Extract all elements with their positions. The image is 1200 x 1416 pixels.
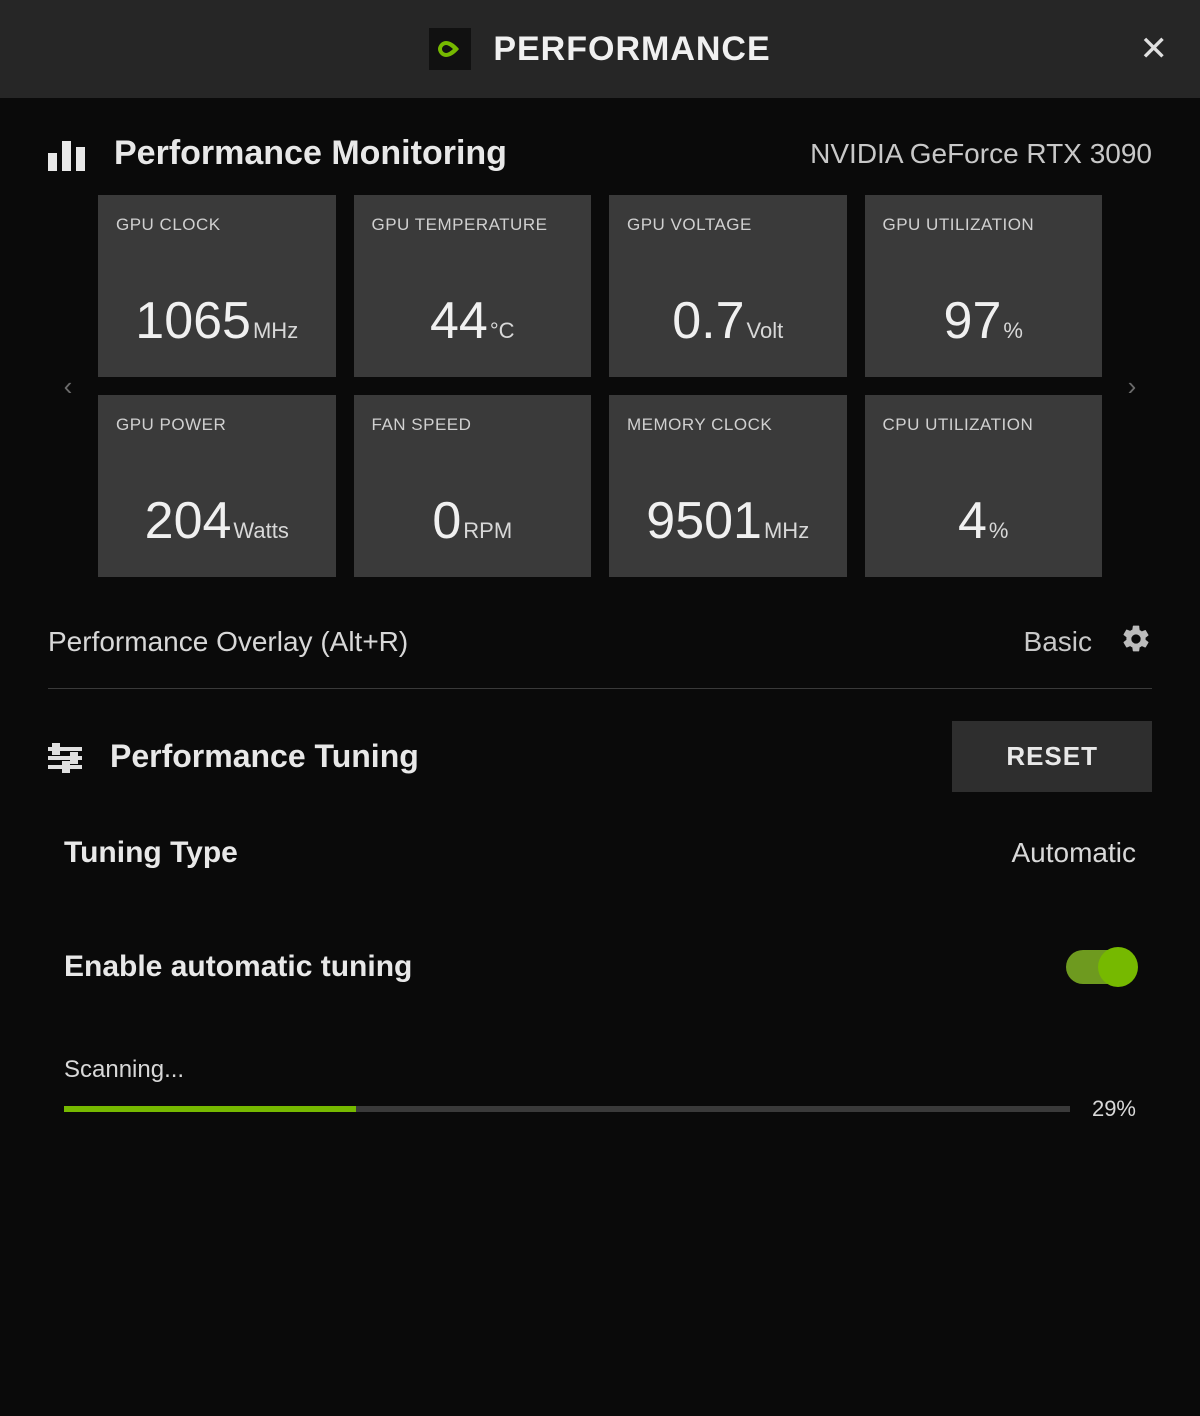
tile-unit: Volt [747,318,784,344]
tile-unit: % [989,518,1009,544]
tuning-title: Performance Tuning [110,738,419,775]
scan-status: Scanning... [64,1056,1136,1084]
gpu-device-name: NVIDIA GeForce RTX 3090 [810,138,1152,170]
auto-tuning-row: Enable automatic tuning [48,950,1152,984]
reset-button[interactable]: RESET [952,721,1152,792]
overlay-mode[interactable]: Basic [1024,626,1092,658]
tile-gpu-voltage[interactable]: GPU VOLTAGE 0.7Volt [609,195,847,377]
tile-gpu-utilization[interactable]: GPU UTILIZATION 97% [865,195,1103,377]
sliders-icon [48,742,82,772]
tile-unit: Watts [233,518,288,544]
tile-value: 9501 [646,491,762,551]
scan-row: Scanning... 29% [48,1056,1152,1122]
monitoring-header: Performance Monitoring NVIDIA GeForce RT… [48,134,1152,173]
tile-label: FAN SPEED [372,415,574,435]
tile-label: GPU POWER [116,415,318,435]
carousel-next-button[interactable]: › [1112,371,1152,402]
tile-value: 204 [145,491,232,551]
overlay-label: Performance Overlay (Alt+R) [48,626,408,658]
tile-unit: % [1003,318,1023,344]
tile-value: 4 [958,491,987,551]
auto-tuning-toggle[interactable] [1066,950,1136,984]
auto-tuning-label: Enable automatic tuning [64,950,412,984]
header: PERFORMANCE ✕ [0,0,1200,98]
tuning-header: Performance Tuning RESET [48,721,1152,792]
tile-label: GPU TEMPERATURE [372,215,574,235]
tile-carousel: ‹ GPU CLOCK 1065MHz GPU TEMPERATURE 44°C… [48,195,1152,577]
tile-unit: MHz [764,518,809,544]
close-button[interactable]: ✕ [1140,32,1169,66]
tuning-type-label: Tuning Type [64,836,238,870]
tile-value: 97 [944,291,1002,351]
tile-value: 0 [432,491,461,551]
bars-icon [48,137,88,171]
tile-label: GPU VOLTAGE [627,215,829,235]
tile-gpu-power[interactable]: GPU POWER 204Watts [98,395,336,577]
tile-gpu-temperature[interactable]: GPU TEMPERATURE 44°C [354,195,592,377]
tile-unit: MHz [253,318,298,344]
tile-memory-clock[interactable]: MEMORY CLOCK 9501MHz [609,395,847,577]
tile-value: 0.7 [672,291,744,351]
overlay-row: Performance Overlay (Alt+R) Basic [48,623,1152,689]
tile-unit: °C [490,318,515,344]
tile-unit: RPM [463,518,512,544]
scan-progress-bar [64,1106,1070,1112]
gear-icon[interactable] [1120,623,1152,660]
tile-label: GPU CLOCK [116,215,318,235]
header-title: PERFORMANCE [493,30,770,69]
carousel-prev-button[interactable]: ‹ [48,371,88,402]
tuning-type-value[interactable]: Automatic [1012,837,1137,869]
tile-label: CPU UTILIZATION [883,415,1085,435]
monitoring-title: Performance Monitoring [114,134,507,173]
nvidia-logo-icon [429,28,471,70]
tile-value: 1065 [135,291,251,351]
tile-label: MEMORY CLOCK [627,415,829,435]
scan-progress-fill [64,1106,356,1112]
tile-gpu-clock[interactable]: GPU CLOCK 1065MHz [98,195,336,377]
tile-fan-speed[interactable]: FAN SPEED 0RPM [354,395,592,577]
tuning-type-row: Tuning Type Automatic [48,836,1152,870]
tile-label: GPU UTILIZATION [883,215,1085,235]
scan-progress-pct: 29% [1092,1096,1136,1122]
tile-cpu-utilization[interactable]: CPU UTILIZATION 4% [865,395,1103,577]
tile-value: 44 [430,291,488,351]
